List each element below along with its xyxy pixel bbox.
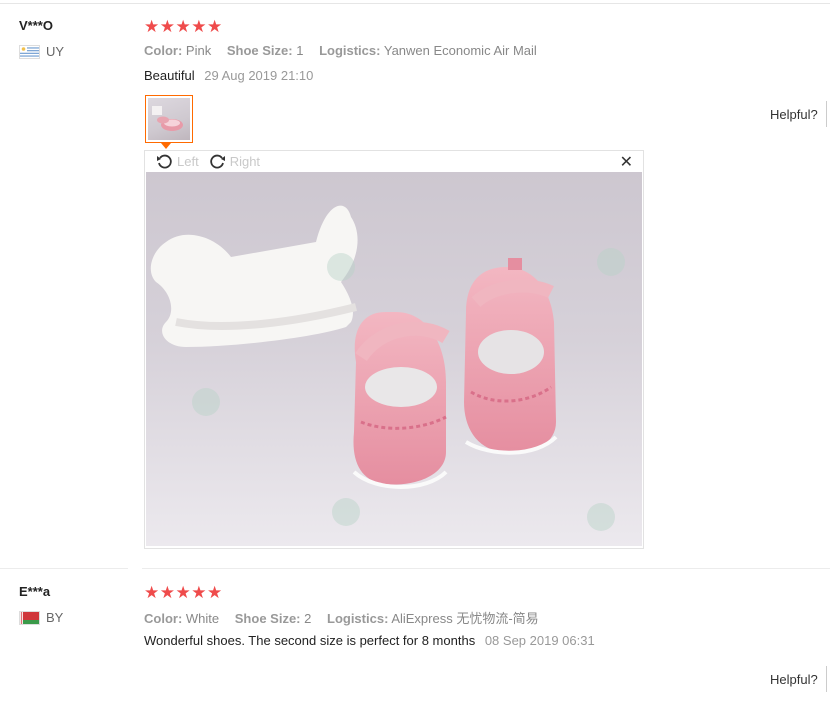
uruguay-flag-icon	[19, 44, 40, 59]
review-time: 29 Aug 2019 21:10	[204, 68, 314, 83]
reviewer-name: E***a	[19, 584, 51, 599]
belarus-flag-icon	[19, 610, 40, 625]
logistics-value: Yanwen Economic Air Mail	[383, 43, 537, 58]
review-divider-left	[0, 568, 128, 569]
size-label: Shoe Size:	[234, 611, 301, 626]
color-label: Color:	[144, 43, 183, 58]
viewer-toolbar: Left Right ✕	[145, 151, 643, 171]
color-value: White	[185, 611, 220, 626]
size-value: 1	[296, 43, 304, 58]
helpful-divider	[825, 666, 827, 692]
country-code: BY	[46, 610, 64, 625]
reviewer-name: V***O	[19, 18, 53, 33]
logistics-value: AliExpress 无忧物流-简易	[391, 611, 539, 626]
rotate-right-icon	[209, 153, 226, 170]
rotate-left-label: Left	[177, 153, 199, 169]
rotate-left-icon	[156, 153, 173, 170]
rating-stars: ★★★★★	[144, 17, 223, 36]
helpful-label: Helpful?	[770, 106, 818, 122]
helpful-control[interactable]: Helpful?	[770, 666, 827, 692]
rating-stars: ★★★★★	[144, 583, 223, 602]
logistics-label: Logistics:	[319, 43, 381, 58]
size-value: 2	[304, 611, 312, 626]
review-time: 08 Sep 2019 06:31	[484, 633, 595, 648]
review-feedback: Wonderful shoes. The second size is perf…	[144, 633, 595, 648]
helpful-label: Helpful?	[770, 671, 818, 687]
review-photo-thumbnail[interactable]	[145, 95, 193, 143]
photo-viewer: Left Right ✕	[144, 150, 644, 549]
rotate-left-button[interactable]: Left	[156, 153, 199, 170]
color-value: Pink	[185, 43, 212, 58]
feedback-text: Beautiful	[144, 68, 195, 83]
order-info: Color: White Shoe Size: 2 Logistics: Ali…	[144, 608, 551, 627]
rotate-right-label: Right	[229, 153, 261, 169]
feedback-text: Wonderful shoes. The second size is perf…	[144, 633, 476, 648]
country-code: UY	[46, 44, 65, 59]
reviewer-country: UY	[19, 44, 64, 59]
thumbnail-pointer	[161, 143, 171, 149]
thumbnail-image	[148, 98, 190, 140]
order-info: Color: Pink Shoe Size: 1 Logistics: Yanw…	[144, 43, 549, 58]
color-label: Color:	[144, 611, 183, 626]
review-divider-right	[142, 568, 830, 569]
close-icon[interactable]: ✕	[620, 152, 633, 172]
rotate-right-button[interactable]: Right	[209, 153, 260, 170]
review-feedback: Beautiful 29 Aug 2019 21:10	[144, 68, 313, 83]
size-label: Shoe Size:	[226, 43, 293, 58]
reviewer-country: BY	[19, 610, 63, 625]
review-photo	[146, 172, 642, 546]
helpful-control[interactable]: Helpful?	[770, 101, 827, 127]
top-divider	[0, 3, 830, 4]
helpful-divider	[825, 101, 827, 127]
logistics-label: Logistics:	[327, 611, 389, 626]
